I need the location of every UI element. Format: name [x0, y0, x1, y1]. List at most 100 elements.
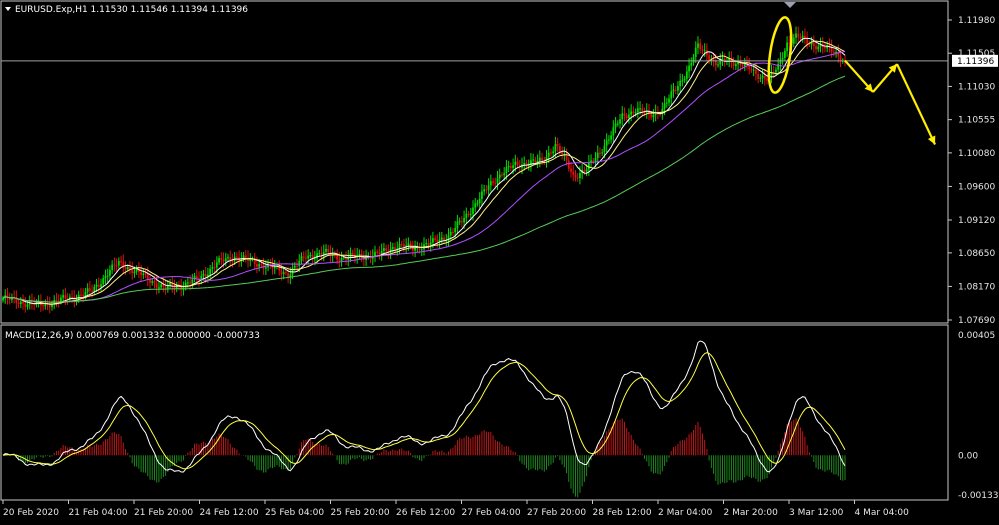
candle-body: [503, 173, 506, 176]
candle-body: [677, 86, 679, 91]
price-tick-label: 1.08650: [958, 249, 995, 259]
candle-body: [621, 113, 624, 120]
candle-body: [601, 152, 604, 154]
candle-body: [273, 266, 276, 269]
candle-body: [325, 248, 327, 252]
time-tick-label: 24 Feb 12:00: [200, 508, 259, 518]
candle-body: [783, 51, 786, 58]
candle-body: [541, 157, 543, 161]
candle-body: [155, 283, 158, 288]
candle-body: [592, 160, 595, 162]
candle-body: [547, 152, 550, 157]
time-tick-label: 26 Feb 12:00: [396, 508, 455, 518]
candle-body: [487, 185, 490, 190]
candle-body: [679, 80, 682, 87]
candle-body: [153, 281, 156, 284]
candle-body: [291, 267, 294, 275]
candle-body: [302, 256, 305, 258]
candle-body: [213, 267, 216, 269]
candle-body: [815, 46, 817, 50]
candle-body: [754, 69, 757, 74]
candle-body: [452, 232, 454, 234]
candle-body: [82, 294, 85, 297]
candle-body: [151, 281, 154, 283]
candle-body: [19, 301, 22, 305]
candle-body: [534, 159, 537, 163]
time-tick-label: 25 Feb 20:00: [331, 508, 390, 518]
candle-body: [202, 274, 205, 276]
candle-body: [494, 182, 497, 184]
candle-body: [64, 295, 67, 299]
time-tick-label: 21 Feb 04:00: [69, 508, 128, 518]
candle-body: [652, 114, 655, 118]
candle-body: [86, 288, 89, 292]
price-chart-canvas[interactable]: EURUSD.Exp,H1 1.11530 1.11546 1.11394 1.…: [0, 0, 999, 521]
candle-body: [235, 256, 238, 258]
candle-body: [556, 144, 559, 147]
candle-body: [260, 264, 263, 266]
candle-body: [523, 162, 526, 165]
candle-body: [305, 257, 307, 259]
candle-body: [585, 169, 588, 172]
candle-body: [133, 271, 136, 274]
candle-body: [761, 75, 764, 78]
candle-body: [708, 55, 711, 61]
candle-body: [516, 161, 519, 165]
candle-body: [284, 272, 287, 274]
candle-body: [309, 255, 312, 257]
candle-body: [478, 198, 481, 204]
symbol-header: EURUSD.Exp,H1 1.11530 1.11546 1.11394 1.…: [15, 5, 248, 15]
candle-body: [481, 191, 483, 199]
candle-body: [429, 242, 432, 246]
candle-body: [100, 284, 102, 287]
trading-chart-window[interactable]: EURUSD.Exp,H1 1.11530 1.11546 1.11394 1.…: [0, 0, 999, 521]
macd-tick-label: 0.00: [958, 451, 978, 461]
candle-body: [398, 244, 401, 249]
candle-body: [688, 65, 690, 72]
macd-header: MACD(12,26,9) 0.000769 0.001332 0.000000…: [5, 331, 260, 341]
candle-body: [668, 98, 670, 103]
candle-body: [614, 123, 617, 128]
time-tick-label: 25 Feb 04:00: [265, 508, 324, 518]
candle-body: [140, 271, 143, 276]
candle-body: [599, 152, 601, 154]
candle-body: [496, 178, 499, 184]
candle-body: [316, 253, 318, 259]
candle-body: [62, 295, 65, 298]
candle-body: [124, 267, 127, 270]
candle-body: [71, 296, 73, 298]
candle-body: [674, 89, 677, 91]
candle-body: [340, 257, 343, 262]
candle-body: [605, 140, 608, 146]
candle-body: [596, 152, 599, 159]
candle-body: [173, 286, 176, 289]
candle-body: [472, 207, 474, 215]
candle-body: [414, 247, 416, 251]
candle-body: [583, 170, 586, 172]
candle-body: [17, 302, 20, 305]
candle-body: [91, 290, 94, 293]
candle-body: [777, 63, 780, 70]
candle-body: [227, 257, 229, 259]
candle-body: [224, 258, 227, 262]
candle-body: [786, 42, 788, 52]
candle-body: [95, 284, 98, 287]
candle-body: [732, 61, 735, 66]
candle-body: [690, 62, 693, 66]
candle-body: [186, 282, 189, 284]
candle-body: [327, 248, 330, 253]
candle-body: [554, 144, 557, 152]
candle-body: [456, 221, 459, 229]
candle-body: [619, 119, 621, 124]
candle-body: [256, 264, 258, 267]
candle-body: [703, 50, 706, 52]
candle-body: [550, 152, 552, 154]
candle-body: [697, 43, 699, 48]
time-tick-label: 4 Mar 04:00: [855, 508, 910, 518]
candle-body: [603, 145, 606, 153]
candle-body: [220, 258, 223, 260]
candle-body: [505, 167, 508, 174]
candle-body: [385, 248, 388, 252]
candle-body: [572, 171, 575, 175]
candle-body: [623, 113, 626, 116]
